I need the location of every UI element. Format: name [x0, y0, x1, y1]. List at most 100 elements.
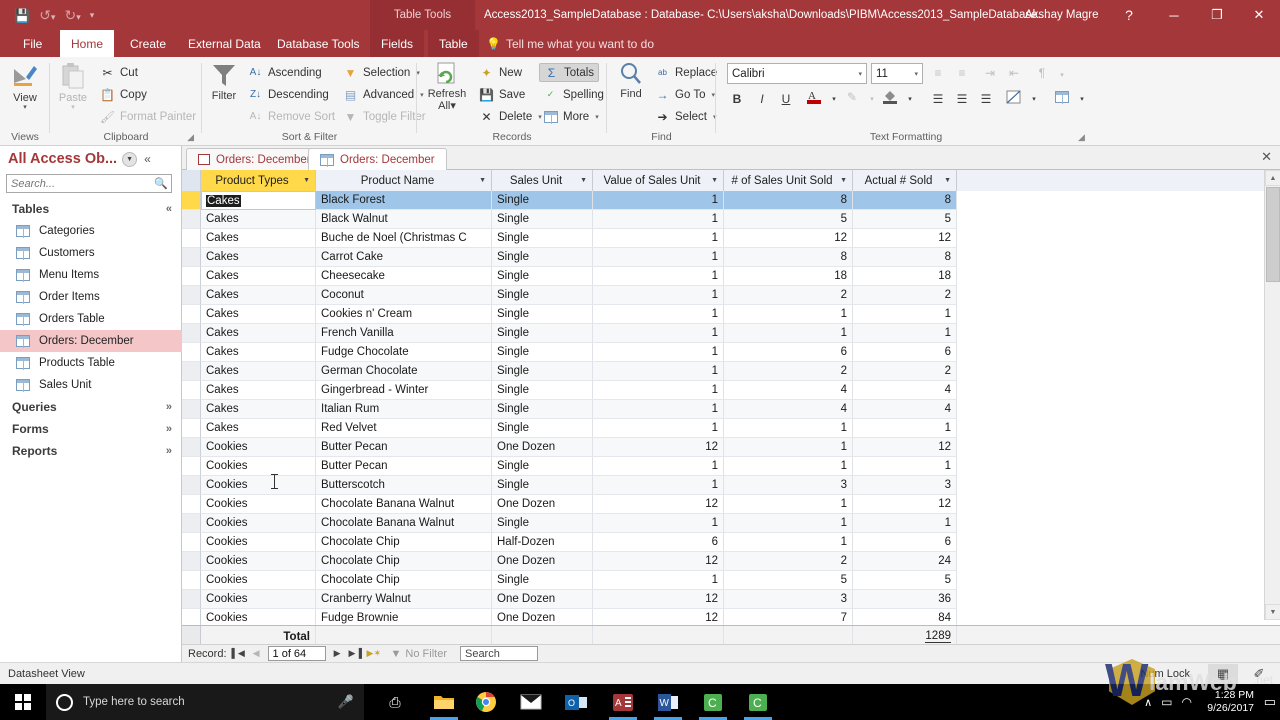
italic-button[interactable]: I	[752, 89, 772, 109]
table-cell[interactable]: French Vanilla	[316, 324, 492, 343]
record-number-input[interactable]: 1 of 64	[267, 646, 326, 661]
table-cell[interactable]: 12	[593, 495, 724, 514]
chevron-down-icon[interactable]: ▼	[580, 177, 592, 184]
tab-table[interactable]: Table	[428, 30, 479, 57]
table-cell[interactable]: 1	[593, 229, 724, 248]
row-selector[interactable]	[182, 362, 201, 381]
row-selector[interactable]	[182, 400, 201, 419]
table-cell[interactable]: Single	[492, 571, 593, 590]
table-cell[interactable]: Cookies	[201, 457, 316, 476]
access-icon[interactable]: A	[602, 684, 644, 720]
maximize-button[interactable]: ❐	[1195, 0, 1239, 30]
table-cell[interactable]: 1	[853, 305, 957, 324]
navigation-pane-dropdown-icon[interactable]: ▼	[122, 151, 138, 167]
new-record-button[interactable]: ▶✶	[367, 648, 381, 659]
table-cell[interactable]: Butter Pecan	[316, 438, 492, 457]
table-cell[interactable]: 5	[853, 210, 957, 229]
camtasia-icon-2[interactable]: C	[737, 684, 779, 720]
scrollbar-thumb[interactable]	[1266, 187, 1280, 282]
nav-group-reports[interactable]: Reports »	[0, 440, 182, 462]
table-cell[interactable]: 1	[724, 533, 853, 552]
table-cell[interactable]: Cookies	[201, 533, 316, 552]
table-row[interactable]: Cakes Cookies n' Cream Single 1 1 1	[182, 305, 1280, 324]
table-cell[interactable]: 1	[724, 514, 853, 533]
table-cell[interactable]: One Dozen	[492, 438, 593, 457]
table-cell[interactable]: 1	[593, 267, 724, 286]
filter-button[interactable]: Filter	[202, 61, 246, 102]
table-cell[interactable]: Black Walnut	[316, 210, 492, 229]
refresh-all-button[interactable]: Refresh All▾	[421, 61, 473, 112]
row-selector[interactable]	[182, 267, 201, 286]
table-row[interactable]: Cookies Chocolate Chip Half-Dozen 6 1 6	[182, 533, 1280, 552]
tray-chevron-icon[interactable]: ∧	[1144, 696, 1152, 709]
advanced-button[interactable]: ▤ Advanced ▾	[343, 85, 424, 104]
table-cell[interactable]: 5	[724, 210, 853, 229]
table-cell[interactable]: 2	[724, 286, 853, 305]
table-cell[interactable]: Cheesecake	[316, 267, 492, 286]
gridlines-caret[interactable]: ▾	[1072, 89, 1092, 109]
row-selector[interactable]	[182, 419, 201, 438]
tray-network-icon[interactable]: ◠	[1182, 695, 1192, 709]
table-cell[interactable]: 8	[724, 248, 853, 267]
total-cell[interactable]	[724, 626, 853, 644]
table-cell[interactable]: Cookies	[201, 552, 316, 571]
table-cell[interactable]: 1	[593, 286, 724, 305]
table-cell[interactable]: Cakes	[201, 191, 316, 210]
nav-table-categories[interactable]: Categories	[0, 220, 182, 242]
tray-battery-icon[interactable]: ▭	[1161, 695, 1172, 709]
table-cell[interactable]: 1	[593, 362, 724, 381]
table-row[interactable]: Cookies Butterscotch Single 1 3 3	[182, 476, 1280, 495]
table-cell[interactable]: 8	[853, 191, 957, 210]
table-cell[interactable]: 1	[853, 457, 957, 476]
column-header-num-sales-unit-sold[interactable]: # of Sales Unit Sold ▼	[724, 170, 853, 191]
table-row[interactable]: Cookies Chocolate Banana Walnut Single 1 1 1	[182, 514, 1280, 533]
table-cell[interactable]: Cookies	[201, 438, 316, 457]
table-cell[interactable]: Chocolate Chip	[316, 552, 492, 571]
table-cell[interactable]: Buche de Noel (Christmas C	[316, 229, 492, 248]
table-cell[interactable]: 8	[853, 248, 957, 267]
table-row[interactable]: Cakes French Vanilla Single 1 1 1	[182, 324, 1280, 343]
table-cell[interactable]: Cakes	[201, 229, 316, 248]
table-cell[interactable]: Cakes	[201, 400, 316, 419]
select-all-corner[interactable]	[182, 170, 201, 191]
customize-qat-icon[interactable]: ▾	[90, 10, 95, 20]
notification-center-icon[interactable]: ▭	[1264, 694, 1276, 710]
vertical-scrollbar[interactable]: ▲ ▼	[1264, 170, 1280, 620]
selection-button[interactable]: ▼ Selection ▾	[343, 63, 420, 82]
table-cell[interactable]: Carrot Cake	[316, 248, 492, 267]
table-cell[interactable]: Coconut	[316, 286, 492, 305]
user-account-name[interactable]: Akshay Magre	[1025, 0, 1099, 30]
table-cell[interactable]: Cakes	[201, 324, 316, 343]
chevron-down-icon[interactable]: ▼	[944, 177, 956, 184]
table-cell[interactable]: 6	[853, 343, 957, 362]
doc-tab-orders-december-1[interactable]: Orders: December	[186, 148, 323, 170]
table-cell[interactable]: Cookies	[201, 495, 316, 514]
table-cell[interactable]: One Dozen	[492, 552, 593, 571]
row-selector[interactable]	[182, 248, 201, 267]
doc-tab-orders-december-2[interactable]: Orders: December	[308, 148, 447, 170]
table-row[interactable]: Cakes German Chocolate Single 1 2 2	[182, 362, 1280, 381]
table-cell[interactable]: Single	[492, 286, 593, 305]
table-row[interactable]: Cookies Butter Pecan Single 1 1 1	[182, 457, 1280, 476]
table-row[interactable]: Cookies Butter Pecan One Dozen 12 1 12	[182, 438, 1280, 457]
highlight-caret[interactable]: ▾	[862, 89, 882, 109]
chevron-down-icon[interactable]: »	[166, 401, 172, 413]
table-cell[interactable]: 1	[593, 324, 724, 343]
underline-button[interactable]: U	[776, 89, 796, 109]
table-cell[interactable]: Cookies	[201, 514, 316, 533]
format-painter-button[interactable]: 🖌 Format Painter	[100, 107, 196, 126]
row-selector[interactable]	[182, 590, 201, 609]
search-icon[interactable]: 🔍	[154, 177, 172, 190]
table-cell[interactable]: Single	[492, 419, 593, 438]
table-row[interactable]: Cakes Coconut Single 1 2 2	[182, 286, 1280, 305]
background-color-caret[interactable]: ▾	[900, 89, 920, 109]
redo-icon[interactable]: ↻▾	[64, 8, 80, 22]
clipboard-dialog-launcher[interactable]: ◢	[187, 132, 194, 143]
row-selector[interactable]	[182, 514, 201, 533]
table-cell[interactable]: 3	[724, 590, 853, 609]
table-cell[interactable]: Cakes	[201, 267, 316, 286]
table-cell[interactable]: Single	[492, 191, 593, 210]
row-selector[interactable]	[182, 438, 201, 457]
previous-record-button[interactable]: ◀	[250, 648, 263, 659]
row-selector[interactable]	[182, 191, 201, 210]
